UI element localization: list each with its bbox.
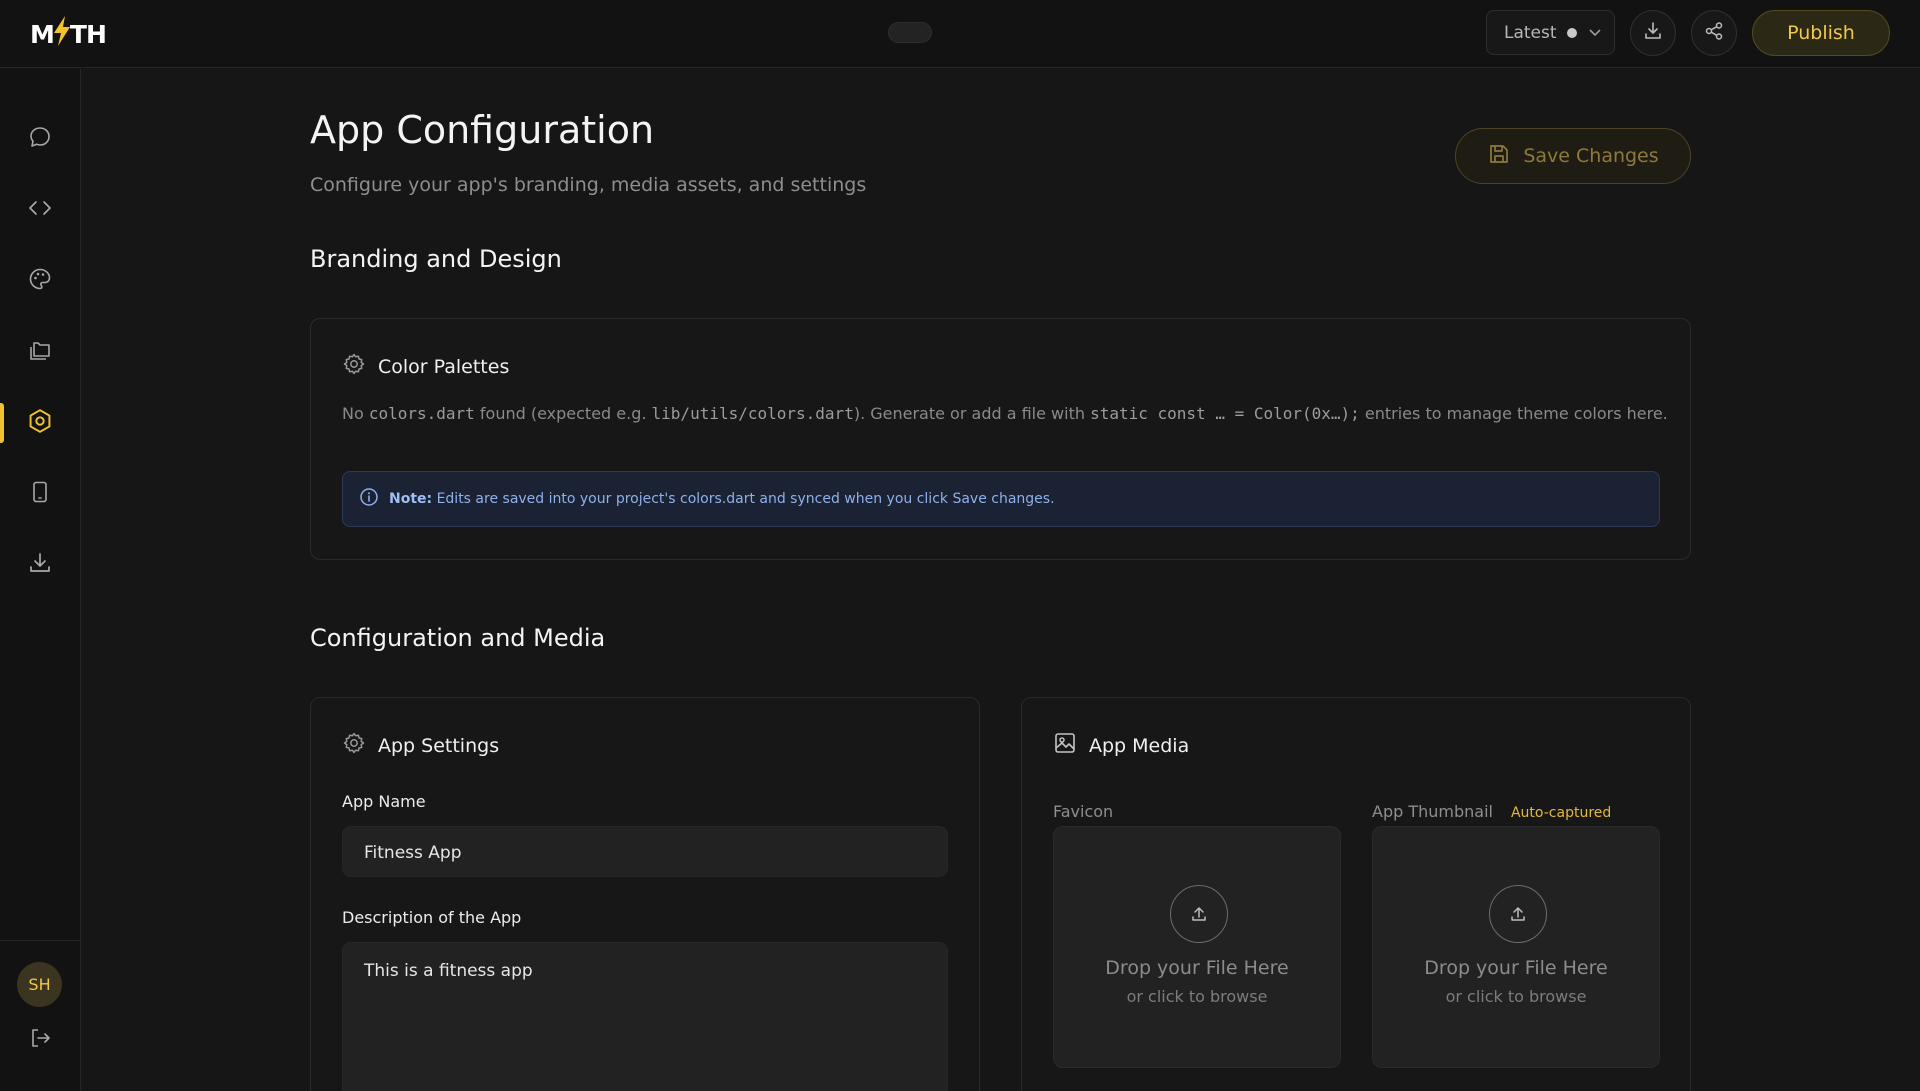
gear-icon bbox=[342, 731, 366, 760]
description-textarea[interactable]: This is a fitness app bbox=[342, 942, 948, 1091]
logo-text-left: M bbox=[30, 19, 55, 49]
description-label: Description of the App bbox=[342, 908, 522, 927]
sidebar-item-chat[interactable] bbox=[0, 115, 80, 163]
info-note: Note: Edits are saved into your project'… bbox=[342, 471, 1660, 527]
image-icon bbox=[1053, 731, 1077, 760]
top-bar: M TH Latest Publish bbox=[0, 0, 1920, 68]
app-settings-card: App Settings App Name Fitness App Descri… bbox=[310, 697, 980, 1091]
thumbnail-label-row: App Thumbnail Auto-captured bbox=[1372, 802, 1611, 821]
chat-icon bbox=[28, 125, 52, 153]
save-changes-button[interactable]: Save Changes bbox=[1455, 128, 1691, 184]
code-snippet: lib/utils/colors.dart bbox=[651, 404, 854, 423]
publish-button[interactable]: Publish bbox=[1752, 10, 1890, 56]
version-label: Latest bbox=[1504, 22, 1557, 43]
note-body: Edits are saved into your project's colo… bbox=[432, 491, 1055, 507]
color-palettes-card: Color Palettes No colors.dart found (exp… bbox=[310, 318, 1691, 560]
thumbnail-dropzone[interactable]: Drop your File Here or click to browse bbox=[1372, 826, 1660, 1068]
status-dot-icon bbox=[1566, 27, 1577, 38]
drop-title: Drop your File Here bbox=[1105, 957, 1289, 979]
upload-icon bbox=[1170, 885, 1228, 943]
favicon-dropzone[interactable]: Drop your File Here or click to browse bbox=[1053, 826, 1341, 1068]
download-button[interactable] bbox=[1630, 10, 1676, 56]
section-title-branding: Branding and Design bbox=[310, 245, 562, 273]
code-snippet: colors.dart bbox=[368, 404, 475, 423]
sidebar-item-code[interactable] bbox=[0, 186, 80, 234]
app-media-card: App Media Favicon App Thumbnail Auto-capt… bbox=[1021, 697, 1691, 1091]
favicon-label: Favicon bbox=[1053, 802, 1114, 821]
app-name-label: App Name bbox=[342, 792, 426, 811]
logout-button[interactable] bbox=[0, 1016, 80, 1064]
download-icon bbox=[1643, 21, 1663, 45]
page-subtitle: Configure your app's branding, media ass… bbox=[310, 174, 867, 196]
settings-hex-icon bbox=[27, 408, 53, 438]
save-changes-label: Save Changes bbox=[1523, 145, 1659, 167]
sidebar-item-device[interactable] bbox=[0, 470, 80, 518]
folders-icon bbox=[28, 338, 52, 366]
save-icon bbox=[1487, 142, 1511, 171]
sidebar-item-download[interactable] bbox=[0, 541, 80, 589]
message-text: ). Generate or add a file with bbox=[853, 404, 1091, 423]
logo-text-right: TH bbox=[69, 19, 107, 49]
status-pill[interactable] bbox=[888, 22, 932, 43]
drop-subtitle: or click to browse bbox=[1445, 987, 1587, 1006]
sidebar: SH bbox=[0, 69, 81, 1091]
section-title-config: Configuration and Media bbox=[310, 624, 606, 652]
avatar[interactable]: SH bbox=[17, 962, 62, 1007]
sidebar-item-files[interactable] bbox=[0, 328, 80, 376]
share-icon bbox=[1704, 21, 1724, 45]
message-text: No bbox=[342, 404, 369, 423]
message-text: found (expected e.g. bbox=[474, 404, 652, 423]
page-title: App Configuration bbox=[310, 108, 655, 152]
palette-empty-message: No colors.dart found (expected e.g. lib/… bbox=[342, 401, 1672, 427]
app-logo[interactable]: M TH bbox=[30, 14, 107, 54]
drop-title: Drop your File Here bbox=[1424, 957, 1608, 979]
info-icon bbox=[359, 487, 379, 511]
card-header: App Settings bbox=[342, 731, 499, 760]
upload-icon bbox=[1489, 885, 1547, 943]
chevron-down-icon bbox=[1588, 25, 1601, 41]
logout-icon bbox=[28, 1026, 52, 1054]
note-label: Note: bbox=[389, 491, 433, 507]
lightning-icon bbox=[52, 16, 72, 52]
card-header: Color Palettes bbox=[342, 352, 509, 381]
card-header: App Media bbox=[1053, 731, 1189, 760]
auto-captured-badge: Auto-captured bbox=[1510, 805, 1612, 821]
version-select[interactable]: Latest bbox=[1486, 10, 1615, 55]
palette-icon bbox=[28, 267, 52, 295]
thumbnail-label: App Thumbnail bbox=[1372, 802, 1493, 821]
code-snippet: static const … = Color(0x…); bbox=[1090, 404, 1360, 423]
card-title: App Media bbox=[1089, 734, 1190, 757]
card-title: Color Palettes bbox=[378, 355, 510, 378]
download-icon bbox=[28, 551, 52, 579]
drop-subtitle: or click to browse bbox=[1126, 987, 1268, 1006]
share-button[interactable] bbox=[1691, 10, 1737, 56]
code-icon bbox=[28, 196, 52, 224]
note-text: Note: Edits are saved into your project'… bbox=[389, 491, 1055, 507]
message-text: entries to manage theme colors here. bbox=[1359, 404, 1668, 423]
sidebar-divider bbox=[0, 940, 80, 941]
gear-icon bbox=[342, 352, 366, 381]
mobile-device-icon bbox=[28, 480, 52, 508]
sidebar-item-settings[interactable] bbox=[0, 399, 80, 447]
app-name-input[interactable]: Fitness App bbox=[342, 826, 948, 877]
card-title: App Settings bbox=[378, 734, 500, 757]
sidebar-item-palette[interactable] bbox=[0, 257, 80, 305]
